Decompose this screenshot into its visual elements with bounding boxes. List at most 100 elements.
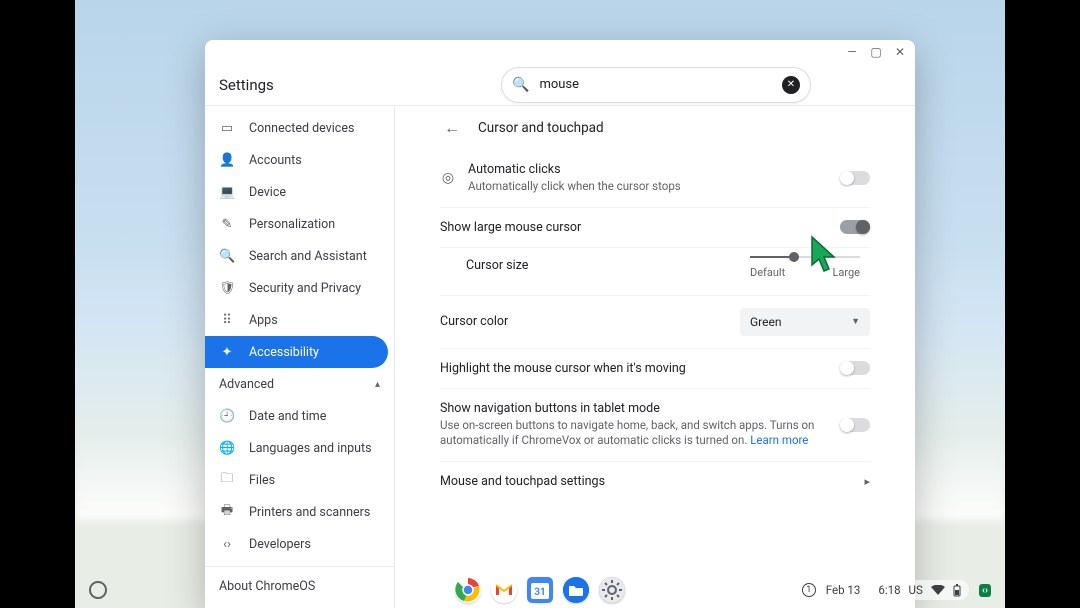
target-icon: ◎ [440,170,456,186]
sidebar-advanced-toggle[interactable]: Advanced ▴ [205,368,394,400]
settings-window: — ▢ ✕ Settings 🔍 ✕ ▭ Connected devices 👤 Ac… [205,40,915,608]
window-maximize-button[interactable]: ▢ [869,45,883,59]
settings-sidebar: ▭ Connected devices 👤 Accounts 💻 Device ✎ Perso… [205,106,395,608]
sidebar-item-search-and-assistant[interactable]: 🔍 Search and Assistant [205,240,388,272]
window-titlebar: — ▢ ✕ [205,40,915,64]
search-icon: 🔍 [512,77,529,93]
chevron-up-icon: ▴ [375,379,380,390]
svg-text:31: 31 [534,587,545,598]
settings-content: ← Cursor and touchpad ◎ Automatic clicks… [395,106,915,608]
shelf-date: Feb 13 [826,583,861,597]
shield-icon: 🛡 [219,281,235,296]
chevron-right-icon: ▸ [864,475,870,488]
person-icon: 👤 [219,153,235,168]
sidebar-item-label: Connected devices [249,121,354,136]
row-cursor-size: Cursor size Default Large [440,248,870,296]
row-large-cursor: Show large mouse cursor [440,208,870,248]
sidebar-item-label: Date and time [249,409,326,424]
search-input[interactable] [539,77,782,92]
shelf-app-calendar-icon[interactable]: 31 [527,577,553,603]
laptop-icon: 💻 [219,185,235,200]
sidebar-item-developers[interactable]: ‹›Developers [205,528,388,560]
row-title: Show large mouse cursor [440,220,828,235]
slider-min-label: Default [750,266,785,279]
desktop: — ▢ ✕ Settings 🔍 ✕ ▭ Connected devices 👤 Ac… [75,0,1005,608]
sidebar-item-label: Device [249,185,286,200]
sidebar-item-languages-and-inputs[interactable]: 🌐 Languages and inputs [205,432,388,464]
sidebar-item-personalization[interactable]: ✎ Personalization [205,208,388,240]
row-subtitle: Use on-screen buttons to navigate home, … [440,418,828,449]
cursor-color-select[interactable]: Green ▼ [740,308,870,336]
shelf-app-files-icon[interactable] [563,577,589,603]
launcher-button[interactable] [89,581,107,599]
search-icon: 🔍 [219,249,235,264]
sidebar-item-files[interactable]: 🗀 Files [205,464,388,496]
folder-icon: 🗀 [219,469,235,491]
shelf-app-gmail-icon[interactable] [491,577,517,603]
cursor-size-slider[interactable] [750,256,860,258]
row-subtitle: Automatically click when the cursor stop… [468,179,828,195]
accessibility-icon: ✦ [219,345,235,360]
status-area[interactable]: 1 Feb 13 6:18 US ‹› [802,580,991,600]
sidebar-item-label: Search and Assistant [249,249,367,264]
sidebar-item-date-and-time[interactable]: 🕘 Date and time [205,400,388,432]
search-clear-button[interactable]: ✕ [782,76,800,94]
row-title: Highlight the mouse cursor when it's mov… [440,361,828,376]
slider-max-label: Large [832,266,860,279]
sidebar-item-accessibility[interactable]: ✦ Accessibility [205,336,388,368]
status-tray[interactable]: 6:18 US [870,580,968,600]
battery-icon [953,584,961,597]
row-title: Cursor color [440,314,728,329]
search-box[interactable]: 🔍 ✕ [501,67,811,103]
row-title: Automatic clicks [468,162,828,177]
print-icon: 🖶 [219,501,235,523]
row-title: Mouse and touchpad settings [440,474,852,489]
sidebar-item-printers-and-scanners[interactable]: 🖶 Printers and scanners [205,496,388,528]
back-button[interactable]: ← [440,116,464,140]
brush-icon: ✎ [219,217,235,232]
shelf: 31 1 Feb 13 6:18 US ‹› [75,572,1005,608]
globe-icon: 🌐 [219,441,235,456]
clock-icon: 🕘 [219,409,235,424]
shelf-app-chrome-icon[interactable] [455,577,481,603]
shelf-ime: US [909,583,923,597]
sidebar-item-label: Security and Privacy [249,281,361,296]
page-title: Cursor and touchpad [478,120,604,136]
window-minimize-button[interactable]: — [845,45,859,59]
toggle-large-cursor[interactable] [840,220,870,234]
sidebar-item-label: Printers and scanners [249,505,370,520]
toggle-automatic-clicks[interactable] [840,171,870,185]
sidebar-item-apps[interactable]: ⠿Apps [205,304,388,336]
sidebar-item-label: Accounts [249,153,302,168]
sidebar-item-connected-devices[interactable]: ▭ Connected devices [205,112,388,144]
toggle-tablet-nav[interactable] [840,418,870,432]
slider-thumb[interactable] [789,252,799,262]
notification-count[interactable]: 1 [802,583,816,597]
row-highlight-cursor: Highlight the mouse cursor when it's mov… [440,349,870,389]
advanced-label: Advanced [219,377,274,392]
sidebar-item-label: Files [249,473,275,488]
dev-mode-indicator[interactable]: ‹› [979,584,991,597]
sidebar-item-label: Languages and inputs [249,441,372,456]
sidebar-item-security-and-privacy[interactable]: 🛡 Security and Privacy [205,272,388,304]
app-title: Settings [219,76,274,94]
sidebar-item-label: Apps [249,313,278,328]
row-title: Cursor size [466,258,528,273]
sidebar-item-accounts[interactable]: 👤 Accounts [205,144,388,176]
toggle-highlight-cursor[interactable] [840,361,870,375]
learn-more-link[interactable]: Learn more [750,433,808,447]
window-close-button[interactable]: ✕ [893,45,907,59]
settings-header: Settings 🔍 ✕ [205,64,915,106]
sidebar-item-device[interactable]: 💻 Device [205,176,388,208]
row-cursor-color: Cursor color Green ▼ [440,296,870,349]
row-automatic-clicks: ◎ Automatic clicks Automatically click w… [440,150,870,208]
wifi-icon [931,585,945,596]
code-icon: ‹› [219,537,235,552]
shelf-app-settings-icon[interactable] [599,577,625,603]
row-mouse-touchpad-settings[interactable]: Mouse and touchpad settings ▸ [440,462,870,501]
sidebar-item-label: Personalization [249,217,335,232]
row-title: Show navigation buttons in tablet mode [440,401,828,416]
chevron-down-icon: ▼ [851,316,860,327]
devices-icon: ▭ [219,121,235,136]
sidebar-item-label: Accessibility [249,345,319,360]
